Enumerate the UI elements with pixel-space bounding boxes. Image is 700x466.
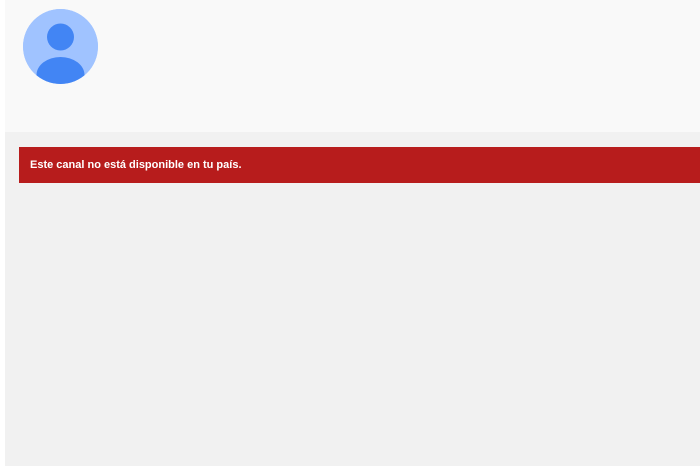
- channel-header: [5, 0, 700, 132]
- channel-page: Este canal no está disponible en tu país…: [0, 0, 700, 466]
- unavailable-alert-message: Este canal no está disponible en tu país…: [30, 158, 242, 171]
- channel-avatar: [23, 9, 98, 84]
- default-user-avatar-icon: [23, 9, 98, 84]
- unavailable-alert-banner: Este canal no está disponible en tu país…: [19, 147, 700, 183]
- channel-content: Este canal no está disponible en tu país…: [5, 132, 700, 466]
